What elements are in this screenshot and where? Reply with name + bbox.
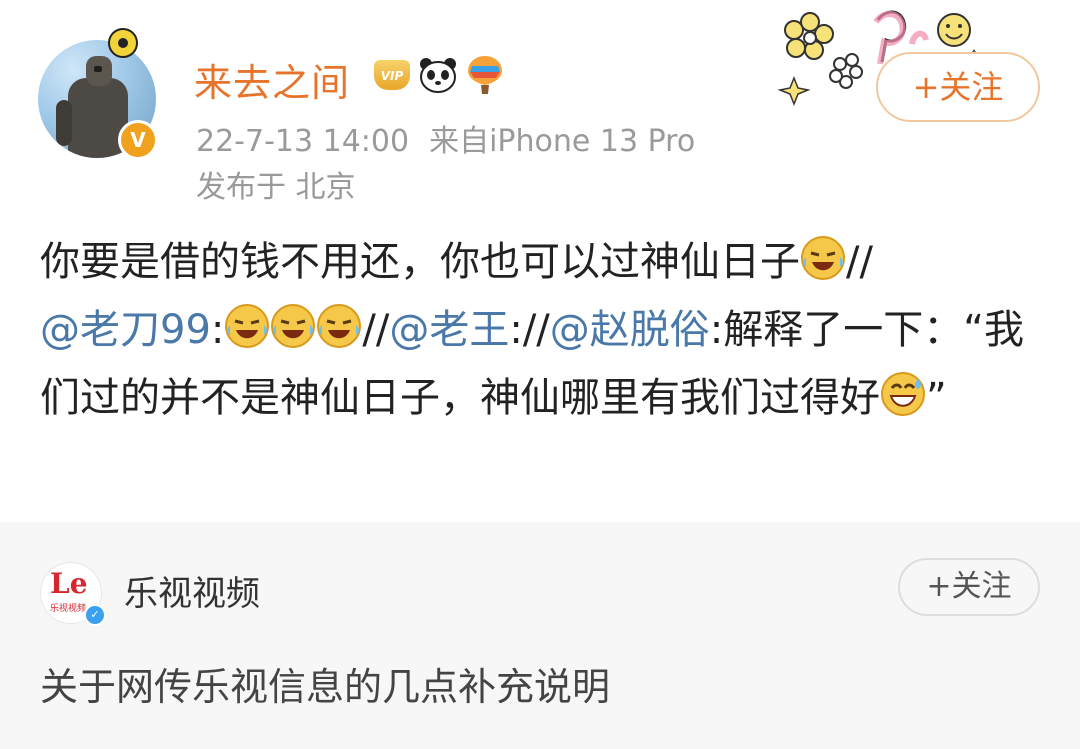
- repost-separator: //: [846, 239, 873, 285]
- post-content: 你要是借的钱不用还，你也可以过神仙日子//@老刀99://@老王://@赵脱俗:…: [40, 228, 1050, 432]
- laugh-cry-emoji-icon: [801, 236, 845, 280]
- post-date: 22-7-13 14:00: [196, 124, 410, 159]
- repost-separator: ://: [509, 307, 550, 353]
- repost-title[interactable]: 关于网传乐视信息的几点补充说明: [40, 656, 610, 711]
- vip-badge-icon[interactable]: VIP: [374, 60, 410, 90]
- repost-follow-button[interactable]: +关注: [898, 558, 1040, 616]
- repost-account-name[interactable]: 乐视视频: [124, 566, 260, 615]
- post-text: :: [210, 307, 225, 353]
- avatar-robot-eye: [94, 66, 102, 72]
- mention-link[interactable]: @老刀99: [40, 307, 211, 353]
- le-logo-text: Le: [50, 567, 88, 600]
- post-text: 你要是借的钱不用还，你也可以过神仙日子: [40, 239, 800, 285]
- le-logo-sub: 乐视视频: [50, 604, 87, 614]
- balloon-icon: [468, 56, 502, 94]
- post-location: 发布于 北京: [196, 170, 356, 205]
- post-source: 来自iPhone 13 Pro: [429, 124, 696, 159]
- mention-link[interactable]: @老王: [389, 307, 509, 353]
- avatar-robot-arm: [56, 100, 72, 146]
- username[interactable]: 来去之间: [194, 52, 350, 107]
- weibo-post: V 来去之间 VIP 22-7-13 14:00 来自iPhone 13 Pro …: [0, 0, 1080, 522]
- verified-icon: V: [118, 120, 158, 160]
- grin-sweat-emoji-icon: [881, 372, 925, 416]
- mention-link[interactable]: @赵脱俗: [550, 307, 710, 353]
- laugh-cry-emoji-icon: [317, 304, 362, 348]
- laugh-cry-emoji-icon: [225, 304, 270, 348]
- panda-icon: [420, 58, 456, 93]
- verified-icon: ✓: [84, 604, 106, 626]
- camera-badge-icon: [108, 28, 138, 58]
- laugh-cry-emoji-icon: [271, 304, 316, 348]
- follow-button[interactable]: +关注: [876, 52, 1040, 122]
- post-meta: 22-7-13 14:00 来自iPhone 13 Pro: [196, 116, 695, 160]
- repost-separator: //: [362, 307, 390, 353]
- post-text: ”: [926, 375, 947, 421]
- reposted-card[interactable]: [0, 522, 1080, 749]
